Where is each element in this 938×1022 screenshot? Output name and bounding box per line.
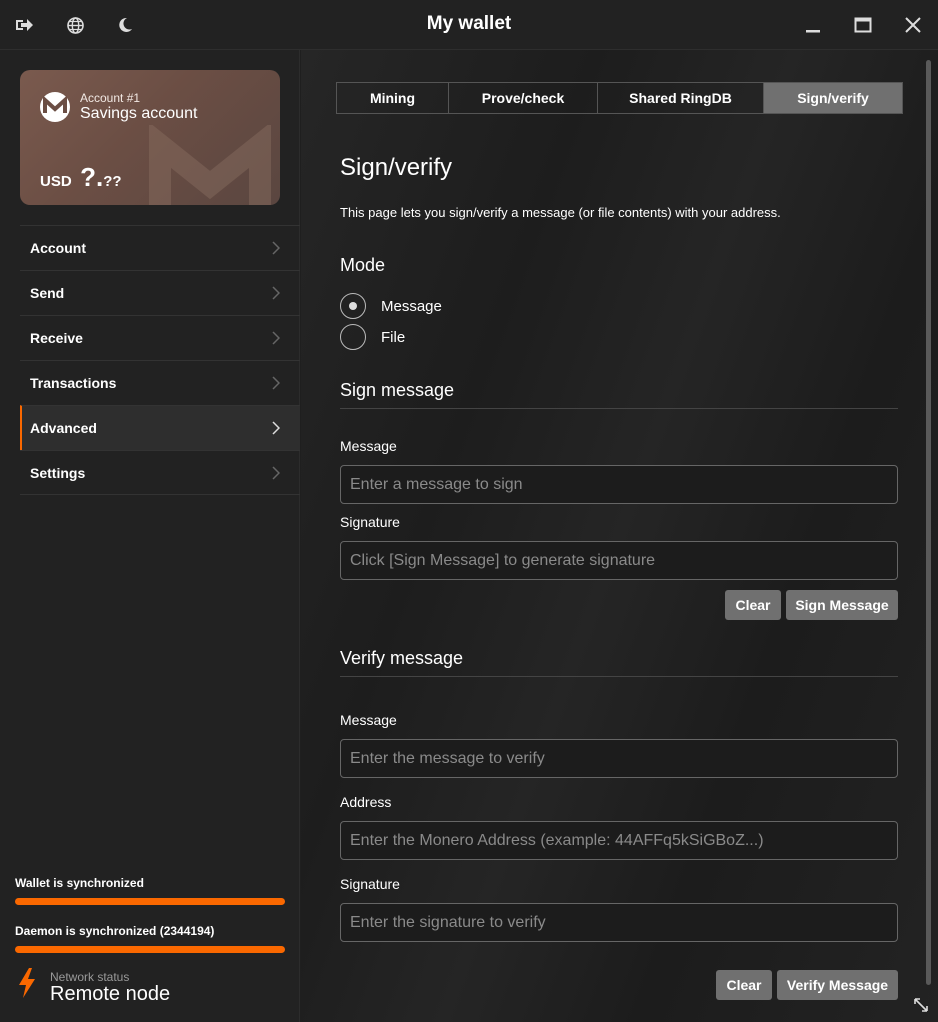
verify-message-heading: Verify message bbox=[340, 648, 464, 668]
daemon-sync-status: Daemon is synchronized (2344194) bbox=[15, 924, 285, 953]
chevron-right-icon bbox=[272, 286, 280, 300]
daemon-sync-label: Daemon is synchronized (2344194) bbox=[15, 924, 215, 938]
verify-signature-label: Signature bbox=[340, 876, 400, 892]
main-panel: Mining Prove/check Shared RingDB Sign/ve… bbox=[301, 50, 938, 1022]
sign-signature-field[interactable] bbox=[340, 541, 898, 580]
balance-main: ?. bbox=[80, 162, 104, 192]
verify-address-label: Address bbox=[340, 794, 392, 810]
close-icon[interactable] bbox=[900, 12, 926, 38]
wallet-sync-label: Wallet is synchronized bbox=[15, 876, 144, 890]
tab-shared-ringdb[interactable]: Shared RingDB bbox=[598, 83, 764, 113]
sidebar-item-receive[interactable]: Receive bbox=[20, 315, 300, 360]
sign-signature-label: Signature bbox=[340, 514, 400, 530]
verify-message-label: Message bbox=[340, 712, 397, 728]
tab-mining[interactable]: Mining bbox=[337, 83, 449, 113]
sign-message-label: Message bbox=[340, 438, 397, 454]
sidebar-item-label: Advanced bbox=[30, 420, 97, 436]
page-description: This page lets you sign/verify a message… bbox=[340, 205, 781, 220]
account-number: Account #1 bbox=[80, 91, 141, 105]
sidebar-item-label: Settings bbox=[30, 464, 86, 481]
verify-message-input[interactable] bbox=[340, 739, 898, 778]
page-title: Sign/verify bbox=[340, 154, 453, 181]
chevron-right-icon bbox=[272, 241, 280, 255]
verify-signature-input[interactable] bbox=[340, 903, 898, 942]
mode-message-radio[interactable]: Message bbox=[340, 293, 442, 319]
radio-checked-icon[interactable] bbox=[340, 293, 366, 319]
tab-prove-check[interactable]: Prove/check bbox=[449, 83, 598, 113]
monero-logo-icon bbox=[40, 92, 70, 122]
sign-message-input[interactable] bbox=[340, 465, 898, 504]
radio-unchecked-icon[interactable] bbox=[340, 324, 366, 350]
sidebar-item-label: Transactions bbox=[30, 375, 117, 391]
chevron-right-icon bbox=[272, 376, 280, 390]
tab-sign-verify[interactable]: Sign/verify bbox=[764, 83, 902, 113]
sidebar-item-transactions[interactable]: Transactions bbox=[20, 360, 300, 405]
moon-icon[interactable] bbox=[112, 12, 138, 38]
sidebar-menu: Account Send Receive Transactions Advanc… bbox=[20, 225, 300, 495]
balance-currency: USD bbox=[40, 173, 72, 190]
network-status-value: Remote node bbox=[50, 983, 171, 1005]
title-bar: My wallet bbox=[0, 0, 938, 50]
sidebar-item-account[interactable]: Account bbox=[20, 225, 300, 270]
resize-icon[interactable] bbox=[913, 997, 929, 1013]
account-balance: USD ?.?? bbox=[40, 162, 122, 193]
sidebar-item-settings[interactable]: Settings bbox=[20, 450, 300, 495]
mode-heading: Mode bbox=[340, 255, 386, 275]
sidebar-item-send[interactable]: Send bbox=[20, 270, 300, 315]
advanced-tabs: Mining Prove/check Shared RingDB Sign/ve… bbox=[336, 82, 903, 114]
verify-address-input[interactable] bbox=[340, 821, 898, 860]
network-status-label: Network status bbox=[50, 970, 130, 984]
sign-message-button[interactable]: Sign Message bbox=[786, 590, 898, 620]
monero-watermark-icon bbox=[149, 125, 271, 205]
divider bbox=[340, 676, 898, 677]
account-name: Savings account bbox=[80, 105, 198, 122]
verify-clear-button[interactable]: Clear bbox=[716, 970, 772, 1000]
logout-icon[interactable] bbox=[12, 12, 38, 38]
sidebar-item-label: Account bbox=[30, 240, 86, 256]
account-card[interactable]: Account #1 Savings account USD ?.?? bbox=[20, 70, 280, 205]
balance-fraction: ?? bbox=[103, 173, 122, 190]
sign-message-heading: Sign message bbox=[340, 380, 455, 400]
daemon-sync-progress bbox=[15, 946, 285, 953]
divider bbox=[340, 408, 898, 409]
sidebar-item-label: Receive bbox=[30, 330, 83, 346]
chevron-right-icon bbox=[272, 421, 280, 435]
wallet-sync-progress bbox=[15, 898, 285, 905]
window-title: My wallet bbox=[426, 13, 512, 34]
mode-message-label: Message bbox=[381, 297, 442, 315]
sidebar: Account #1 Savings account USD ?.?? Acco… bbox=[0, 50, 300, 1022]
mode-file-radio[interactable]: File bbox=[340, 324, 405, 350]
maximize-icon[interactable] bbox=[850, 12, 876, 38]
wallet-sync-status: Wallet is synchronized bbox=[15, 876, 285, 905]
lightning-icon bbox=[19, 968, 35, 998]
sidebar-item-label: Send bbox=[30, 285, 65, 301]
chevron-right-icon bbox=[272, 331, 280, 345]
mode-file-label: File bbox=[381, 328, 406, 346]
sign-clear-button[interactable]: Clear bbox=[725, 590, 781, 620]
minimize-icon[interactable] bbox=[800, 12, 826, 38]
verify-message-button[interactable]: Verify Message bbox=[777, 970, 898, 1000]
globe-icon[interactable] bbox=[62, 12, 88, 38]
sidebar-item-advanced[interactable]: Advanced bbox=[20, 405, 300, 450]
scrollbar[interactable] bbox=[926, 60, 931, 985]
network-status: Network status Remote node bbox=[18, 968, 170, 1005]
chevron-right-icon bbox=[272, 466, 280, 480]
wallet-window: My wallet Account #1 Savings account USD… bbox=[0, 0, 938, 1022]
